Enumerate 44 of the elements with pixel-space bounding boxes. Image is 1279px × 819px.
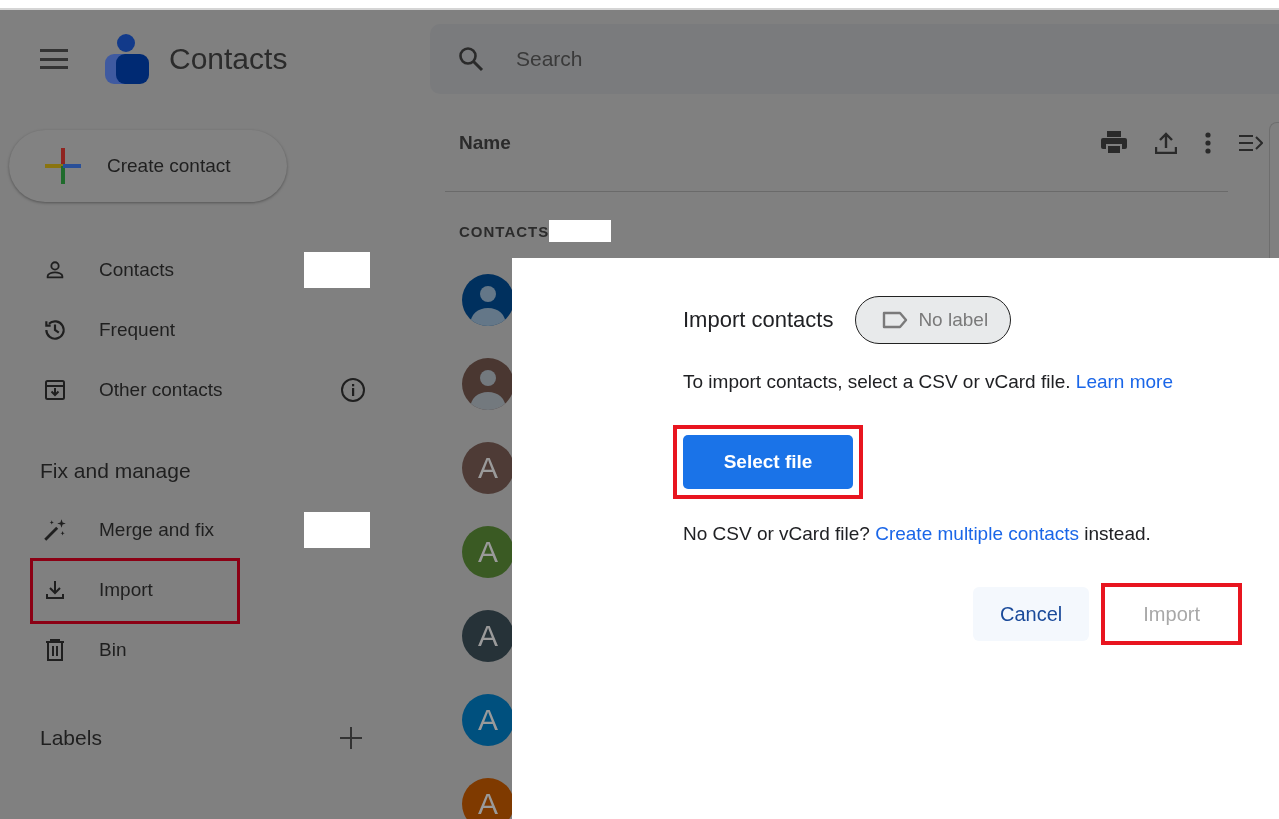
search-input[interactable]: Search xyxy=(514,46,1018,72)
download-icon xyxy=(43,578,67,602)
info-icon[interactable] xyxy=(340,377,366,403)
person-icon xyxy=(44,259,66,281)
section-heading: Fix and manage xyxy=(40,458,192,484)
contact-avatar: A xyxy=(462,442,514,494)
select-file-button[interactable]: Select file xyxy=(683,435,853,489)
contact-avatar: A xyxy=(462,694,514,746)
label-icon xyxy=(882,311,909,329)
menu-icon[interactable] xyxy=(40,49,68,69)
section-label: CONTACTS xyxy=(459,222,550,240)
trash-icon xyxy=(44,638,66,662)
contact-avatar: A xyxy=(462,778,514,819)
add-icon[interactable] xyxy=(340,727,362,749)
contact-avatar: A xyxy=(462,526,514,578)
history-icon xyxy=(42,317,68,343)
dialog-title: Import contacts xyxy=(683,307,834,333)
nav-item[interactable]: Contacts xyxy=(0,240,380,300)
person-logo-icon xyxy=(105,34,149,84)
print-icon[interactable] xyxy=(1101,130,1127,155)
plus-icon xyxy=(45,148,81,184)
nav-item[interactable]: Bin xyxy=(0,620,380,680)
create-contact-button[interactable]: Create contact xyxy=(9,130,287,202)
instruction-text: To import contacts, select a CSV or vCard file. Learn more xyxy=(683,371,1174,393)
app-title: Contacts xyxy=(169,42,288,76)
nav-item[interactable]: Merge and fix xyxy=(0,500,380,560)
nav-item[interactable]: Frequent xyxy=(0,300,380,360)
magic-wand-icon xyxy=(42,517,68,543)
create-multiple-link[interactable]: Create multiple contacts xyxy=(875,523,1079,544)
archive-icon xyxy=(43,378,67,402)
upload-icon[interactable] xyxy=(1155,131,1177,154)
list-arrow-icon[interactable] xyxy=(1239,133,1263,152)
labels-heading: Labels xyxy=(40,726,102,750)
alternative-text: No CSV or vCard file? Create multiple contacts instead. xyxy=(683,523,1152,545)
contact-avatar: A xyxy=(462,610,514,662)
search-bar[interactable]: Search xyxy=(430,24,1279,94)
more-icon[interactable] xyxy=(1205,131,1211,154)
label-chip[interactable]: No label xyxy=(855,296,1012,344)
learn-more-link[interactable]: Learn more xyxy=(1075,371,1173,392)
column-header[interactable]: Name xyxy=(459,131,1101,154)
nav-item[interactable]: Other contacts xyxy=(0,360,380,420)
search-icon xyxy=(458,46,484,72)
dialog-button[interactable]: Cancel xyxy=(973,587,1090,641)
nav-item[interactable]: Import xyxy=(0,560,380,620)
